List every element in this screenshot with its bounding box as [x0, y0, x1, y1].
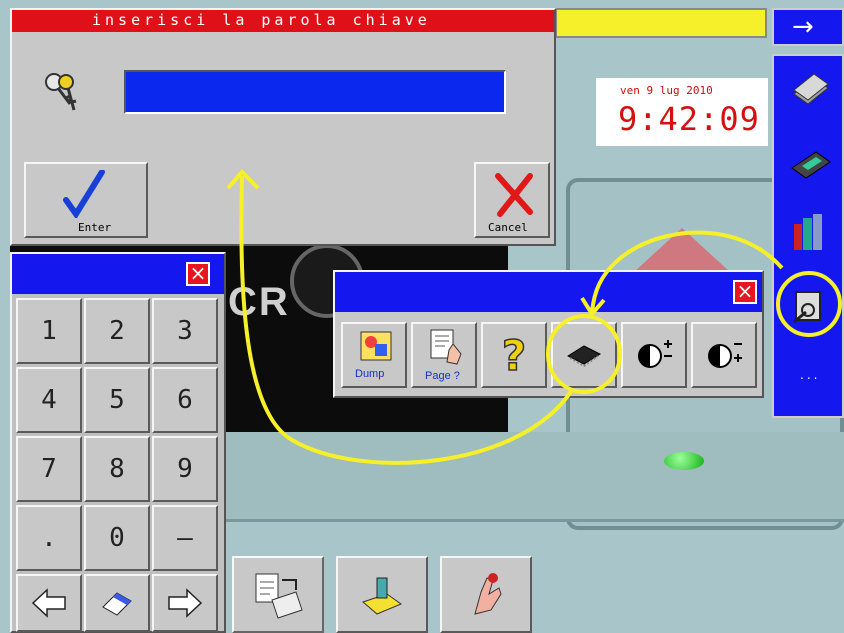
tool-popup: × Dump Page ? ?	[333, 270, 764, 398]
clock-box: ven 9 lug 2010 9:42:09	[596, 78, 768, 146]
contrast-increase-icon	[638, 340, 672, 368]
arrow-left-icon	[31, 588, 66, 618]
side-arrow-button[interactable]: →	[772, 8, 844, 46]
password-dialog: inserisci la parola chiave Enter Cancel	[10, 8, 556, 246]
keypad-key[interactable]: –	[152, 505, 218, 571]
clock-date: ven 9 lug 2010	[620, 84, 713, 97]
contrast-decrease-icon	[708, 343, 742, 368]
hand-icon	[474, 572, 502, 615]
dump-button[interactable]: Dump	[341, 322, 407, 388]
stack-icon[interactable]	[788, 70, 832, 110]
keypad-key[interactable]: 5	[84, 367, 150, 433]
hand-button[interactable]	[440, 556, 532, 633]
checkmark-icon	[63, 170, 105, 218]
page-label: Page ?	[425, 370, 460, 382]
contrast-increase-button[interactable]	[621, 322, 687, 388]
keypad-key[interactable]: 1	[16, 298, 82, 364]
question-icon: ?	[501, 330, 527, 381]
top-yellow-bar	[555, 8, 767, 38]
background-grey-strip	[225, 432, 844, 522]
calculator-icon[interactable]	[788, 146, 832, 182]
arrow-left-key[interactable]	[16, 574, 82, 632]
clock-time: 9:42:09	[618, 100, 760, 138]
document-transfer-icon	[255, 573, 303, 619]
keys-icon	[45, 73, 77, 111]
dump-icon	[360, 331, 392, 361]
contrast-decrease-button[interactable]	[691, 322, 757, 388]
page-icon	[430, 329, 462, 365]
keypad-key[interactable]: .	[16, 505, 82, 571]
enter-button[interactable]: Enter	[24, 162, 148, 238]
password-dialog-title: inserisci la parola chiave	[92, 11, 431, 29]
help-button[interactable]: ?	[481, 322, 547, 388]
numeric-keypad: × 1 2 3 4 5 6 7 8 9. 0–	[10, 252, 226, 633]
keypad-key[interactable]: 0	[84, 505, 150, 571]
enter-label: Enter	[78, 221, 112, 234]
tool-popup-close-icon[interactable]: ×	[733, 280, 757, 304]
tool-popup-titlebar	[335, 272, 762, 312]
keypad-key[interactable]: 9	[152, 436, 218, 502]
keypad-close-icon[interactable]: ×	[186, 262, 210, 286]
cross-icon	[495, 173, 533, 217]
arrow-right-key[interactable]	[152, 574, 218, 632]
arrow-right-icon	[168, 588, 203, 618]
logo-text: CR	[228, 280, 290, 324]
side-toolbar: ...	[772, 54, 844, 418]
keypad-key[interactable]: 6	[152, 367, 218, 433]
microscope-icon	[362, 577, 403, 615]
tools-icon[interactable]	[790, 286, 830, 326]
keypad-key[interactable]: 3	[152, 298, 218, 364]
green-led-indicator	[664, 452, 704, 470]
chip-icon	[566, 345, 602, 368]
books-icon[interactable]	[790, 210, 830, 252]
keypad-key[interactable]: 4	[16, 367, 82, 433]
keypad-key[interactable]: 2	[84, 298, 150, 364]
pink-shape	[634, 228, 730, 272]
transfer-button[interactable]	[232, 556, 324, 633]
dump-label: Dump	[355, 368, 385, 380]
keypad-key[interactable]: 7	[16, 436, 82, 502]
cancel-button[interactable]: Cancel	[474, 162, 550, 238]
lab-button[interactable]	[336, 556, 428, 633]
page-button[interactable]: Page ?	[411, 322, 477, 388]
keypad-key[interactable]: 8	[84, 436, 150, 502]
password-dialog-titlebar: inserisci la parola chiave	[12, 10, 554, 32]
eraser-key[interactable]	[84, 574, 150, 632]
side-more-label[interactable]: ...	[800, 368, 820, 382]
cancel-label: Cancel	[488, 221, 528, 234]
chip-button[interactable]	[551, 322, 617, 388]
arrow-right-icon: →	[792, 12, 814, 42]
password-input[interactable]	[124, 70, 506, 114]
eraser-icon	[102, 592, 132, 616]
